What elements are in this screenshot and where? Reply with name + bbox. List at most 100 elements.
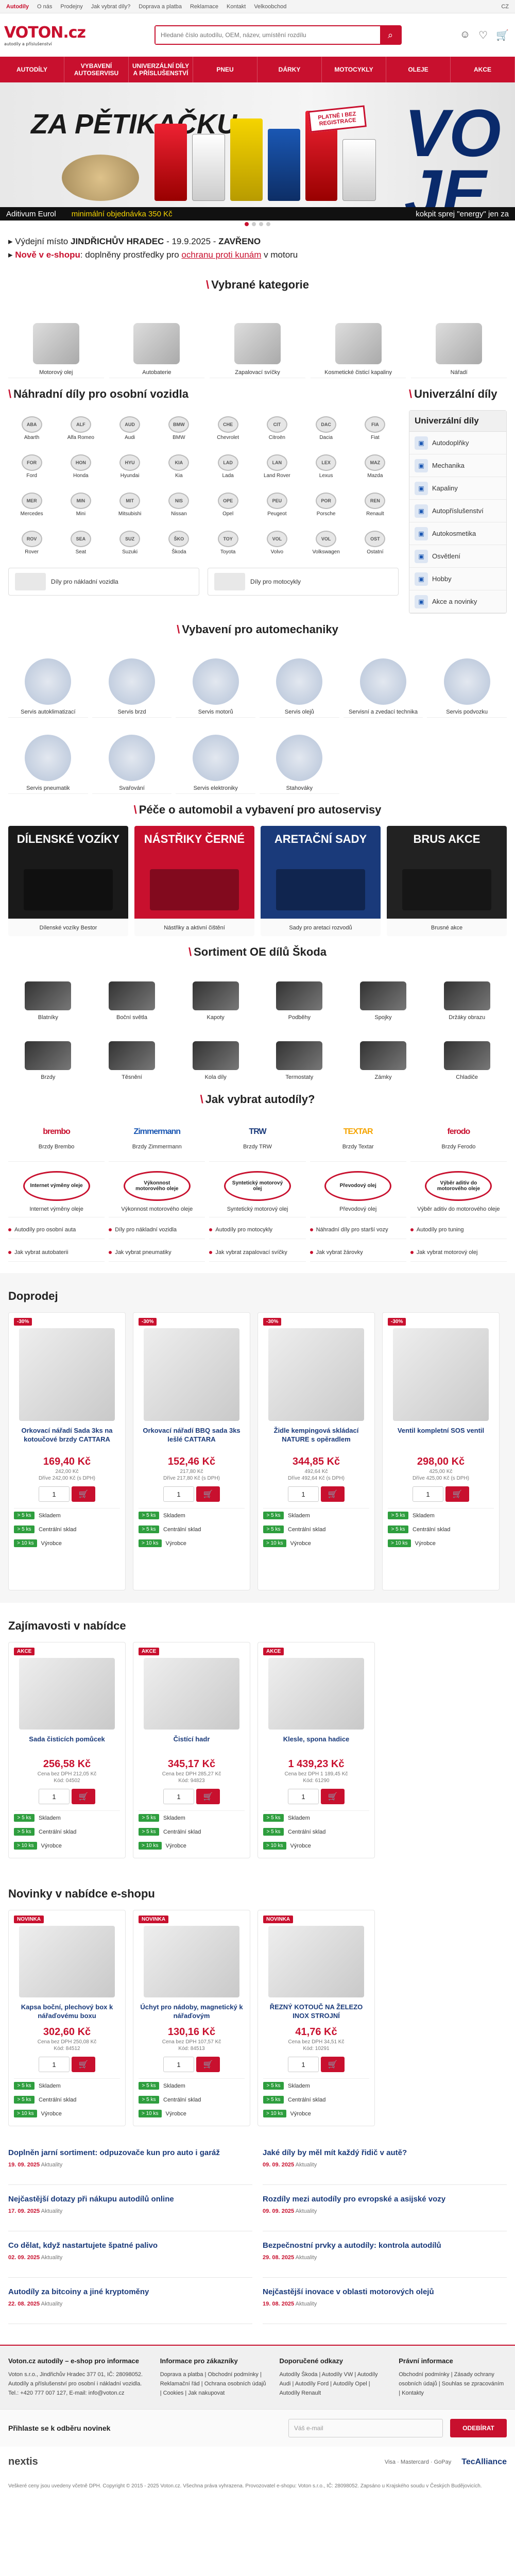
nav-item[interactable]: DÁRKY (258, 57, 322, 82)
equipment-card[interactable]: Servisní a zvedací technika (343, 646, 423, 718)
topbar-link[interactable]: Prodejny (60, 4, 82, 10)
brake-brand[interactable]: ferodo Brzdy Ferodo (410, 1115, 507, 1162)
product-card[interactable]: NOVINKA Úchyt pro nádoby, magnetický k ná… (133, 1910, 250, 2126)
category-card[interactable]: Motorový olej (8, 301, 104, 378)
product-image[interactable] (19, 1328, 115, 1421)
info-link[interactable]: ochranu proti kunám (181, 250, 261, 260)
product-image[interactable] (144, 1328, 239, 1421)
brake-brand[interactable]: Zimmermann Brzdy Zimmermann (109, 1115, 205, 1162)
promo-card[interactable]: BRUS AKCE Brusné akce (387, 826, 507, 936)
oe-part[interactable]: Spojky (344, 968, 423, 1024)
product-name[interactable]: Židle kempingová skládací NATURE s opěra… (263, 1426, 369, 1453)
universal-item[interactable]: ▣ Mechanika (409, 454, 506, 477)
news-title[interactable]: Nejčastější inovace v oblasti motorových… (263, 2287, 507, 2297)
guide-link[interactable]: Autodíly pro osobní auta (8, 1221, 105, 1239)
quantity-input[interactable]: 1 (288, 1486, 319, 1502)
brand-item[interactable]: LAD Lada (204, 448, 251, 484)
brand-item[interactable]: CIT Citroën (253, 410, 300, 446)
oil-guide[interactable]: Převodový olej Převodový olej (310, 1166, 406, 1217)
guide-link[interactable]: Autodíly pro motocykly (209, 1221, 306, 1239)
oil-guide[interactable]: Výběr aditiv do motorového oleje Výběr ad… (410, 1166, 507, 1217)
banner-dot[interactable] (259, 222, 263, 226)
nav-item[interactable]: VYBAVENÍ AUTOSERVISU (64, 57, 129, 82)
brake-brand[interactable]: TRW Brzdy TRW (209, 1115, 306, 1162)
universal-item[interactable]: ▣ Autokosmetika (409, 522, 506, 545)
equipment-card[interactable]: Servis autoklimatizací (8, 646, 88, 718)
nav-item[interactable]: UNIVERZÁLNÍ DÍLY A PŘÍSLUŠENSTVÍ (129, 57, 193, 82)
brand-item[interactable]: OST Ostatní (352, 524, 399, 561)
equipment-card[interactable]: Svařování (92, 722, 172, 794)
footer-col-text[interactable]: Obchodní podmínky | Zásady ochrany osobn… (399, 2370, 507, 2398)
product-card[interactable]: NOVINKA ŘEZNÝ KOTOUČ NA ŽELEZO INOX STROJ… (258, 1910, 375, 2126)
logo[interactable]: VOTON.cz autodíly a příslušenství (4, 21, 86, 49)
search-input[interactable] (156, 26, 380, 44)
oil-guide[interactable]: Výkonnost motorového oleje Výkonnost moto… (109, 1166, 205, 1217)
universal-item[interactable]: ▣ Kapaliny (409, 477, 506, 500)
promo-card[interactable]: NÁSTŘIKY ČERNÉ Nástřiky a aktivní čištění (134, 826, 254, 936)
news-item[interactable]: Bezpečnostní prvky a autodíly: kontrola … (263, 2231, 507, 2278)
promo-card[interactable]: DÍLENSKÉ VOZÍKY Dílenské vozíky Bestor (8, 826, 128, 936)
product-name[interactable]: Kapsa boční, plechový box k nářaďovému b… (14, 2003, 120, 2023)
brand-item[interactable]: KIA Kia (156, 448, 202, 484)
topbar-link[interactable]: O nás (37, 4, 52, 10)
news-title[interactable]: Autodíly za bitcoiny a jiné kryptoměny (8, 2287, 252, 2297)
category-card[interactable]: Kosmetické čisticí kapaliny (310, 301, 406, 378)
add-to-cart-button[interactable]: 🛒 (72, 1789, 95, 1804)
equipment-card[interactable]: Servis brzd (92, 646, 172, 718)
product-name[interactable]: Sada čisticích pomůcek (14, 1735, 120, 1755)
equipment-card[interactable]: Stahováky (260, 722, 339, 794)
news-title[interactable]: Nejčastější dotazy při nákupu autodílů o… (8, 2194, 252, 2204)
category-card[interactable]: Nářadí (411, 301, 507, 378)
product-image[interactable] (268, 1328, 364, 1421)
nav-item[interactable]: OLEJE (386, 57, 451, 82)
oe-part[interactable]: Termostaty (260, 1028, 339, 1083)
guide-link[interactable]: Jak vybrat pneumatiky (109, 1243, 205, 1262)
news-title[interactable]: Jaké díly by měl mít každý řidič v autě? (263, 2148, 507, 2158)
brand-item[interactable]: NIS Nissan (156, 486, 202, 522)
banner-dot[interactable] (245, 222, 249, 226)
add-to-cart-button[interactable]: 🛒 (196, 1789, 220, 1804)
footer-col-text[interactable]: Doprava a platba | Obchodní podmínky | R… (160, 2370, 268, 2398)
language-switch[interactable]: CZ (501, 4, 509, 10)
quantity-input[interactable]: 1 (163, 2057, 194, 2072)
quantity-input[interactable]: 1 (288, 2057, 319, 2072)
guide-link[interactable]: Díly pro nákladní vozidla (109, 1221, 205, 1239)
brand-item[interactable]: DAC Dacia (303, 410, 350, 446)
add-to-cart-button[interactable]: 🛒 (445, 1486, 469, 1502)
add-to-cart-button[interactable]: 🛒 (196, 2057, 220, 2072)
oe-part[interactable]: Chladiče (427, 1028, 507, 1083)
brand-item[interactable]: MIN Mini (57, 486, 104, 522)
product-card[interactable]: -30% Orkovací nářadí Sada 3ks na kotoučov… (8, 1312, 126, 1590)
guide-link[interactable]: Jak vybrat motorový olej (410, 1243, 507, 1262)
oil-guide[interactable]: Internet výměny oleje Internet výměny ole… (8, 1166, 105, 1217)
brand-item[interactable]: REN Renault (352, 486, 399, 522)
newsletter-button[interactable]: ODEBÍRAT (450, 2419, 507, 2437)
quantity-input[interactable]: 1 (288, 1789, 319, 1804)
nav-item[interactable]: MOTOCYKLY (322, 57, 386, 82)
news-item[interactable]: Nejčastější inovace v oblasti motorových… (263, 2278, 507, 2324)
footer-col-text[interactable]: Autodíly Škoda | Autodíly VW | Autodíly … (279, 2370, 387, 2398)
news-item[interactable]: Autodíly za bitcoiny a jiné kryptoměny 22… (8, 2278, 252, 2324)
news-item[interactable]: Jaké díly by měl mít každý řidič v autě?… (263, 2139, 507, 2185)
oil-guide[interactable]: Syntetický motorový olej Syntetický motor… (209, 1166, 306, 1217)
product-name[interactable]: ŘEZNÝ KOTOUČ NA ŽELEZO INOX STROJNÍ (263, 2003, 369, 2023)
news-title[interactable]: Rozdíly mezi autodíly pro evropské a asi… (263, 2194, 507, 2204)
product-card[interactable]: -30% Židle kempingová skládací NATURE s o… (258, 1312, 375, 1590)
promo-card[interactable]: ARETAČNÍ SADY Sady pro aretaci rozvodů (261, 826, 381, 936)
universal-item[interactable]: ▣ Osvětlení (409, 545, 506, 568)
brand-item[interactable]: ALF Alfa Romeo (57, 410, 104, 446)
universal-item[interactable]: ▣ Hobby (409, 568, 506, 590)
oe-part[interactable]: Držáky obrazu (427, 968, 507, 1024)
brake-brand[interactable]: TEXTAR Brzdy Textar (310, 1115, 406, 1162)
product-name[interactable]: Ventil kompletní SOS ventil (388, 1426, 494, 1453)
guide-link[interactable]: Jak vybrat autobaterii (8, 1243, 105, 1262)
oe-part[interactable]: Zámky (344, 1028, 423, 1083)
product-image[interactable] (144, 1658, 239, 1730)
brand-item[interactable]: HON Honda (57, 448, 104, 484)
banner-dot[interactable] (252, 222, 256, 226)
equipment-card[interactable]: Servis olejů (260, 646, 339, 718)
quantity-input[interactable]: 1 (163, 1789, 194, 1804)
product-image[interactable] (19, 1926, 115, 1997)
brand-item[interactable]: SUZ Suzuki (107, 524, 153, 561)
category-card[interactable]: Autobaterie (109, 301, 205, 378)
